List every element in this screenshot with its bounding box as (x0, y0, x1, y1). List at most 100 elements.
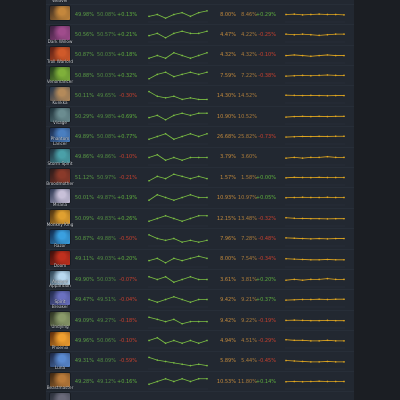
hero-row[interactable]: Luna 49.31% 48.09% -0.59% 5.89% 5.44% -0.45% (46, 352, 354, 372)
hero-row[interactable]: Spirit Breaker 49.47% 49.51% -0.04% 9.42% 9.2… (46, 290, 354, 311)
hero-row[interactable]: Troll Warlord 50.87% 50.03% +0.18% 4.32% 4.32… (46, 46, 354, 66)
hero-name[interactable]: Venomancer (46, 79, 74, 84)
winrate-trend-point (189, 71, 192, 74)
winrate-trend-point (148, 15, 150, 17)
hero-row[interactable]: Monkey King 50.09% 49.83% +0.26% 12.15% 13.48… (46, 209, 354, 230)
winrate-trend-point (156, 301, 159, 304)
hero-name[interactable]: Razor (46, 243, 74, 248)
hero-name[interactable]: Luna (46, 365, 74, 370)
pickrate-trend-point (310, 380, 312, 383)
winrate-trend-point (148, 316, 150, 318)
pick-rate-change: -0.29% (258, 337, 276, 344)
winrate-trend-point (156, 257, 159, 259)
winrate-trend-point (156, 217, 159, 220)
winrate-trend-point (164, 320, 167, 323)
hero-name[interactable]: Undying (46, 324, 74, 329)
pickrate-trend-point (334, 95, 337, 97)
winrate-trend-point (148, 275, 150, 278)
pick-rate-change: -0.38% (258, 72, 276, 79)
winrate-trend-point (156, 175, 159, 178)
hero-name[interactable]: Spirit Breaker (46, 300, 74, 309)
pickrate-trend-point (334, 156, 337, 158)
hero-row[interactable]: Broodmother 51.12% 50.97% -0.21% 1.57% 1.58% +… (46, 168, 354, 189)
hero-row[interactable]: Venomancer 50.88% 50.03% +0.32% 7.59% 7.22% -0… (46, 66, 354, 87)
hero-name[interactable]: Phantom Lancer (46, 137, 74, 146)
hero-row[interactable]: Razor 50.87% 49.88% -0.50% 7.96% 7.28% -0.48% (46, 229, 354, 250)
winrate-trend-point (206, 299, 208, 301)
winrate-trend-point (164, 71, 167, 74)
pickrate-trend-point (318, 74, 320, 77)
pickrate-trend-point (326, 360, 329, 362)
winrate-trend-point (156, 358, 159, 361)
hero-row[interactable]: Beastmaster 49.28% 49.12% +0.16% 10.53% 11.80… (46, 372, 354, 393)
hero-name[interactable]: Visage (46, 120, 74, 125)
pickrate-trend-point (318, 176, 320, 179)
win-rate-value: 49.31% (74, 358, 94, 365)
pickrate-trend-point (293, 197, 296, 199)
pickrate-trend-sparkline (285, 33, 345, 43)
hero-name[interactable]: Dark Willow (46, 39, 74, 44)
pickrate-trend-point (293, 319, 296, 321)
hero-row[interactable]: Undying 49.09% 49.27% -0.18% 9.42% 9.22% -0.19… (46, 311, 354, 332)
hero-row[interactable]: Mirana 50.01% 49.87% +0.19% 10.93% 10.97% +0.0… (46, 188, 354, 209)
hero-name[interactable]: Mirana (46, 202, 74, 207)
hero-row[interactable]: Ancient Apparition 49.90% 50.03% -0.07% 3.61… (46, 270, 354, 291)
pickrate-trend-point (318, 95, 320, 97)
winrate-trend-point (164, 239, 167, 242)
pickrate-trend-point (310, 319, 312, 322)
win-rate-value: 50.87% (74, 52, 94, 59)
hero-portrait[interactable] (50, 393, 70, 400)
hero-row[interactable]: Storm Spirit 49.86% 49.86% -0.10% 3.79% 3.60% (46, 148, 354, 168)
pickrate-trend-point (343, 197, 345, 199)
hero-name[interactable]: Kunkka (46, 100, 74, 105)
pick-rate-change: +0.37% (255, 297, 276, 304)
winrate-trend-point (173, 217, 175, 220)
pick-rate-previous-value: 10.52% (237, 113, 257, 120)
pick-rate-value: 4.94% (220, 337, 236, 344)
winrate-trend-point (181, 135, 183, 138)
win-rate-change: -0.07% (119, 276, 137, 283)
hero-name[interactable]: Beastmaster (46, 385, 74, 390)
hero-name[interactable]: Doom (46, 263, 74, 268)
winrate-trend-sparkline (148, 173, 208, 186)
pickrate-trend-point (318, 34, 320, 37)
hero-row[interactable]: Phoenix 49.96% 50.06% -0.10% 4.94% 4.51% -0.29… (46, 331, 354, 352)
hero-row[interactable]: Doom 49.11% 49.03% +0.20% 8.00% 7.54% -0.34% (46, 250, 354, 270)
winrate-trend-point (164, 214, 167, 217)
pick-rate-change: +0.05% (255, 195, 276, 202)
hero-name[interactable]: Phoenix (46, 345, 74, 350)
hero-name[interactable]: Broodmother (46, 181, 74, 186)
winrate-trend-point (181, 73, 183, 76)
win-rate-value: 49.96% (74, 337, 94, 344)
hero-row[interactable]: Phantom Lancer 49.89% 50.08% +0.77% 26.68% 25… (46, 127, 354, 148)
winrate-trend-point (148, 199, 150, 202)
pickrate-trend-point (293, 380, 296, 383)
pick-rate-change: -0.32% (258, 215, 276, 222)
pickrate-trend-point (301, 135, 304, 138)
winrate-trend-point (164, 261, 167, 264)
hero-row[interactable] (46, 392, 354, 400)
hero-name[interactable]: Troll Warlord (46, 59, 74, 64)
winrate-trend-sparkline (148, 30, 208, 43)
hero-stats-table: Weaver 49.98% 50.08% +0.13% 8.00% 8.46% +0.29%… (46, 0, 354, 400)
pickrate-trend-point (285, 319, 287, 322)
pickrate-trend-point (301, 115, 304, 117)
win-rate-change: -0.50% (119, 235, 137, 242)
win-rate-change: +0.13% (117, 11, 138, 18)
hero-name[interactable]: Weaver (46, 0, 74, 3)
hero-row[interactable]: Dark Willow 50.56% 50.57% +0.21% 4.47% 4.22% -… (46, 25, 354, 46)
hero-row[interactable]: Kunkka 50.11% 49.65% -0.30% 14.30% 14.52% (46, 86, 354, 107)
hero-name[interactable]: Storm Spirit (46, 161, 74, 166)
hero-row[interactable]: Visage 50.29% 49.98% +0.69% 10.90% 10.52% (46, 107, 354, 128)
pickrate-trend-point (285, 299, 287, 302)
hero-portrait[interactable] (50, 5, 70, 20)
hero-name[interactable]: Ancient Apparition (46, 279, 74, 289)
win-rate-previous-value: 48.09% (96, 358, 116, 365)
hero-name[interactable]: Monkey King (46, 222, 74, 227)
winrate-trend-sparkline (148, 71, 208, 84)
win-rate-value: 50.01% (74, 195, 94, 202)
winrate-trend-point (164, 158, 167, 161)
hero-row[interactable]: 49.98% 50.08% +0.13% 8.00% 8.46% +0.29% (46, 5, 354, 26)
winrate-trend-point (173, 156, 175, 158)
pickrate-trend-point (326, 13, 329, 16)
